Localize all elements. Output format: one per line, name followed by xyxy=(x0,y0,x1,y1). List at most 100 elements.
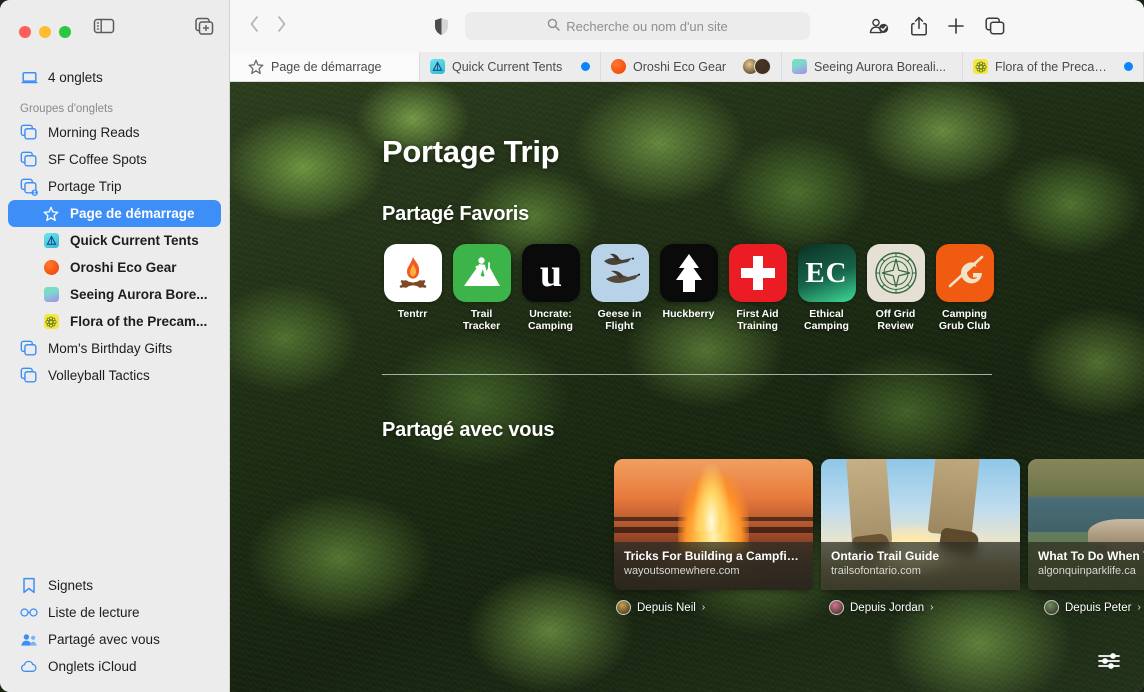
sidebar-item-label: Partagé avec vous xyxy=(48,632,160,647)
chevron-right-icon: › xyxy=(1137,602,1141,613)
favorite-item[interactable]: EC Ethical Camping xyxy=(792,244,861,332)
tab-label: Flora of the Precambi... xyxy=(995,59,1117,74)
sidebar-item-shared-with-you[interactable]: Partagé avec vous xyxy=(8,626,221,653)
tab-group-icon xyxy=(20,124,38,142)
chevron-right-icon[interactable] xyxy=(276,15,287,37)
portage-tabs-list: Page de démarrage Quick Current Tents Oros… xyxy=(0,200,229,335)
shared-card[interactable]: What To Do When You See a Moo... algonqui… xyxy=(1028,459,1144,590)
favorite-item[interactable]: Trail Tracker xyxy=(447,244,516,332)
shared-from-label: Depuis Jordan xyxy=(850,601,925,614)
shared-card-title: Ontario Trail Guide xyxy=(831,549,940,563)
favorite-label: Off Grid Review xyxy=(875,308,916,332)
sliders-icon[interactable] xyxy=(1094,648,1124,674)
tab-label: Page de démarrage xyxy=(271,59,382,74)
site-favicon xyxy=(792,59,807,74)
privacy-shield-icon[interactable] xyxy=(434,17,449,36)
shared-from-row[interactable]: Depuis Neil › xyxy=(614,600,813,615)
sidebar-item-tab[interactable]: Page de démarrage xyxy=(8,200,221,227)
site-favicon xyxy=(43,260,59,275)
favorite-item[interactable]: u Uncrate: Camping xyxy=(516,244,585,332)
shared-card[interactable]: Ontario Trail Guide trailsofontario.com xyxy=(821,459,1020,590)
start-page-content: Portage Trip Partagé Favoris Tentrr Trail… xyxy=(230,82,1144,692)
minimize-button[interactable] xyxy=(39,26,51,38)
tab[interactable]: Flora of the Precambi... xyxy=(963,52,1144,81)
sidebar-item-tab[interactable]: Oroshi Eco Gear xyxy=(8,254,221,281)
sidebar-item-label: SF Coffee Spots xyxy=(48,152,147,167)
sidebar-item-label: Portage Trip xyxy=(48,179,122,194)
sidebar-item-bookmark[interactable]: Signets xyxy=(8,572,221,599)
tab-group-icon xyxy=(20,151,38,169)
favorite-label: Ethical Camping xyxy=(804,308,849,332)
sidebar-item-label: Signets xyxy=(48,578,94,593)
favorite-item[interactable]: Off Grid Review xyxy=(861,244,930,332)
shared-with-you-cards: Tricks For Building a Campfire—F... wayou… xyxy=(614,459,1144,615)
sidebar-item-cloud[interactable]: Onglets iCloud xyxy=(8,653,221,680)
tab[interactable]: Page de démarrage xyxy=(230,52,420,81)
shared-with-you-icon xyxy=(20,631,38,649)
favorite-item[interactable]: Geese in Flight xyxy=(585,244,654,332)
favorite-label: First Aid Training xyxy=(736,308,779,332)
tab[interactable]: Seeing Aurora Boreali... xyxy=(782,52,963,81)
campfire-icon xyxy=(383,244,442,302)
favorite-item[interactable]: Tentrr xyxy=(378,244,447,332)
tab-label: Seeing Aurora Boreali... xyxy=(814,59,947,74)
share-participants-icon[interactable] xyxy=(867,17,891,36)
site-favicon xyxy=(42,286,60,304)
shared-from-row[interactable]: Depuis Jordan › xyxy=(821,600,1020,615)
share-icon[interactable] xyxy=(911,16,927,36)
sidebar-item-group[interactable]: Mom's Birthday Gifts xyxy=(8,335,221,362)
sidebar-item-label: Oroshi Eco Gear xyxy=(70,260,177,275)
tab[interactable]: Oroshi Eco Gear xyxy=(601,52,782,81)
sidebar-item-group[interactable]: SF Coffee Spots xyxy=(8,146,221,173)
laptop-icon xyxy=(20,69,38,87)
sidebar-item-group[interactable]: Morning Reads xyxy=(8,119,221,146)
tab[interactable]: Quick Current Tents xyxy=(420,52,601,81)
sidebar-item-tab[interactable]: Quick Current Tents xyxy=(8,227,221,254)
hiker-icon xyxy=(452,244,511,302)
shared-card-wrapper: What To Do When You See a Moo... algonqui… xyxy=(1028,459,1144,615)
sidebar-icon[interactable] xyxy=(93,16,115,36)
tab-group-shared-icon xyxy=(20,178,38,196)
sidebar-item-tab[interactable]: Flora of the Precam... xyxy=(8,308,221,335)
sidebar-item-tabs-count[interactable]: 4 onglets xyxy=(8,64,221,91)
plus-icon[interactable] xyxy=(947,17,965,35)
sidebar: 4 onglets Groupes d'onglets Morning Read… xyxy=(0,0,230,692)
close-button[interactable] xyxy=(19,26,31,38)
site-favicon xyxy=(430,59,445,74)
sidebar-item-label: Morning Reads xyxy=(48,125,140,140)
site-favicon xyxy=(42,313,60,331)
zoom-button[interactable] xyxy=(59,26,71,38)
favorite-item[interactable]: Camping Grub Club xyxy=(930,244,999,332)
tab-label: Quick Current Tents xyxy=(452,59,563,74)
star-icon xyxy=(42,205,60,223)
search-input[interactable]: Recherche ou nom d'un site xyxy=(465,12,810,40)
search-icon xyxy=(547,18,561,34)
favorites-heading: Partagé Favoris xyxy=(382,203,530,225)
sidebar-item-label: Seeing Aurora Bore... xyxy=(70,287,208,302)
shared-from-label: Depuis Peter xyxy=(1065,601,1132,614)
glasses-icon xyxy=(20,604,38,622)
letter-u-icon: u xyxy=(521,244,580,302)
sidebar-item-tab[interactable]: Seeing Aurora Bore... xyxy=(8,281,221,308)
shared-card-wrapper: Tricks For Building a Campfire—F... wayou… xyxy=(614,459,813,615)
sidebar-item-group[interactable]: Portage Trip xyxy=(8,173,221,200)
favorite-item[interactable]: First Aid Training xyxy=(723,244,792,332)
avatar xyxy=(829,600,844,615)
toolbar-right-actions xyxy=(867,16,1005,36)
favorite-item[interactable]: Huckberry xyxy=(654,244,723,332)
geese-icon xyxy=(590,244,649,302)
shared-from-row[interactable]: Depuis Peter › xyxy=(1028,600,1144,615)
favorite-label: Camping Grub Club xyxy=(938,308,991,332)
search-placeholder: Recherche ou nom d'un site xyxy=(566,18,728,34)
sidebar-item-group[interactable]: Volleyball Tactics xyxy=(8,362,221,389)
letters-ec-icon: EC xyxy=(797,244,856,302)
shared-card[interactable]: Tricks For Building a Campfire—F... wayou… xyxy=(614,459,813,590)
unread-indicator-dot xyxy=(581,62,590,71)
sidebar-item-label: Volleyball Tactics xyxy=(48,368,150,383)
chevron-left-icon[interactable] xyxy=(249,15,260,37)
toolbar: Recherche ou nom d'un site xyxy=(230,0,1144,52)
sidebar-item-label: Flora of the Precam... xyxy=(70,314,208,329)
new-tab-group-icon[interactable] xyxy=(193,16,215,36)
tab-overview-icon[interactable] xyxy=(985,17,1005,35)
sidebar-item-glasses[interactable]: Liste de lecture xyxy=(8,599,221,626)
